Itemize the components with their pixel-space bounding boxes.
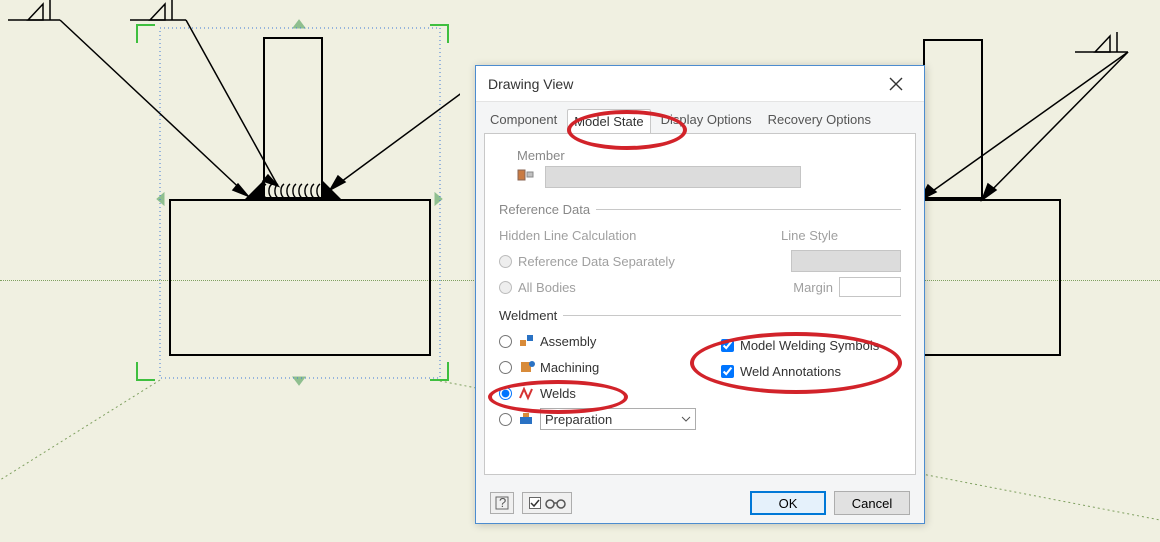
line-style-combo xyxy=(791,250,901,272)
machining-label: Machining xyxy=(540,360,599,375)
all-bodies-label: All Bodies xyxy=(518,280,793,295)
checkbox-model-welding-symbols[interactable] xyxy=(721,339,734,352)
assembly-icon xyxy=(518,333,536,349)
preparation-select[interactable]: Preparation xyxy=(540,408,696,430)
member-combo[interactable] xyxy=(545,166,801,188)
line-style-label: Line Style xyxy=(781,228,901,243)
cancel-label: Cancel xyxy=(852,496,892,511)
radio-assembly[interactable] xyxy=(499,335,512,348)
member-group-label: Member xyxy=(517,148,565,163)
member-icon xyxy=(517,168,535,187)
help-button[interactable]: ? xyxy=(490,492,514,514)
radio-machining[interactable] xyxy=(499,361,512,374)
chevron-down-icon xyxy=(681,416,691,422)
cancel-button[interactable]: Cancel xyxy=(834,491,910,515)
radio-ref-sep xyxy=(499,255,512,268)
drawing-view-dialog: Drawing View Component Model State Displ… xyxy=(475,65,925,524)
help-icon: ? xyxy=(495,496,509,510)
radio-all-bodies xyxy=(499,281,512,294)
dialog-body: Member Reference Data Hidden Line Calcul… xyxy=(484,133,916,475)
reference-data-group-label: Reference Data xyxy=(499,202,590,217)
tab-model-state[interactable]: Model State xyxy=(567,109,650,134)
glasses-icon xyxy=(544,497,566,509)
hidden-line-label: Hidden Line Calculation xyxy=(499,228,781,243)
checkbox-weld-annotations[interactable] xyxy=(721,365,734,378)
ref-sep-label: Reference Data Separately xyxy=(518,254,791,269)
dialog-title: Drawing View xyxy=(488,76,880,92)
preparation-value: Preparation xyxy=(545,412,612,427)
weldment-group-label: Weldment xyxy=(499,308,557,323)
welds-icon xyxy=(518,385,536,401)
tab-display-options[interactable]: Display Options xyxy=(655,108,758,133)
close-button[interactable] xyxy=(880,68,912,100)
tab-bar: Component Model State Display Options Re… xyxy=(476,102,924,133)
welds-label: Welds xyxy=(540,386,576,401)
model-welding-symbols-label: Model Welding Symbols xyxy=(740,338,879,353)
member-row xyxy=(517,164,901,190)
margin-input xyxy=(839,277,901,297)
button-bar: ? OK Cancel xyxy=(476,483,924,523)
machining-icon xyxy=(518,359,536,375)
preparation-icon xyxy=(518,411,536,427)
dialog-titlebar: Drawing View xyxy=(476,66,924,102)
preview-toggle-button[interactable] xyxy=(522,492,572,514)
tab-recovery-options[interactable]: Recovery Options xyxy=(762,108,877,133)
svg-text:?: ? xyxy=(499,496,506,510)
radio-welds[interactable] xyxy=(499,387,512,400)
weld-annotations-label: Weld Annotations xyxy=(740,364,841,379)
ok-button[interactable]: OK xyxy=(750,491,826,515)
assembly-label: Assembly xyxy=(540,334,596,349)
margin-label: Margin xyxy=(793,280,833,295)
close-icon xyxy=(889,77,903,91)
tab-component[interactable]: Component xyxy=(484,108,563,133)
left-drawing-view[interactable] xyxy=(0,0,460,400)
radio-preparation[interactable] xyxy=(499,413,512,426)
check-icon xyxy=(529,497,541,509)
ok-label: OK xyxy=(779,496,798,511)
